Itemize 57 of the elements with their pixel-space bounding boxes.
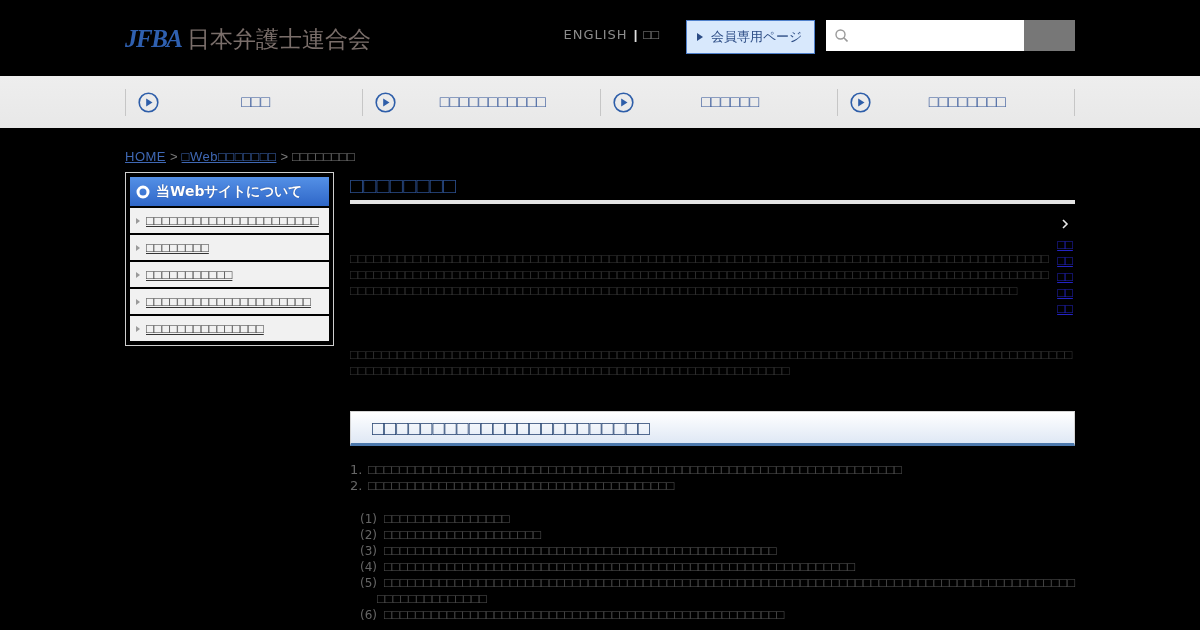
search-icon [835, 29, 848, 42]
list-item-text: □□□□□□□□□□□□□□□□□□□□□□□□□□□□□□□□□□□□□□□□□□□□□□□□□□ [384, 543, 777, 558]
sidebar-header[interactable]: 当Webサイトについて [130, 177, 329, 206]
triangle-icon [697, 33, 703, 41]
list-item-text: □□□□□□□□□□□□□□□□□□□□ [384, 527, 542, 542]
breadcrumb-separator: > [170, 149, 178, 164]
nav-item[interactable]: □□□□□□□□□□□ [362, 88, 600, 116]
list-item-text: □□□□□□□□□□□□□□□□□□□□□□□□□□□□□□□□□□□□□□□□□□□□□□□□□□□□□□□□□□□□□□□□□□□□ [368, 462, 903, 478]
list-item-text: □□□□□□□□□□□□□□□□□□□□□□□□□□□□□□□□□□□□□□□□□□□□□□□□□□□□□□□□□□□□ [384, 559, 856, 574]
triangle-bullet-icon [136, 217, 140, 224]
language-link[interactable]: □□ [643, 27, 659, 43]
separator: | [633, 27, 638, 43]
sidebar-link[interactable]: □□□□□□□□□□□□□□□ [130, 316, 329, 341]
member-button[interactable]: 会員専用ページ [686, 20, 815, 54]
page-title: □□□□□□□□ [350, 172, 1075, 204]
triangle-bullet-icon [136, 325, 140, 332]
list-marker: (1) [360, 511, 378, 527]
sidebar-link[interactable]: □□□□□□□□□□□ [130, 262, 329, 287]
list-number: 1. [350, 462, 364, 478]
breadcrumb-link[interactable]: HOME [125, 149, 166, 164]
play-circle-icon [612, 91, 634, 113]
chevron-icon [1061, 219, 1069, 229]
body-paragraph: □□□□□□□□□□□□□□□□□□□□□□□□□□□□□□□□□□□□□□□□□□□□□□□□□□□□□□□□□□□□□□□□□□□□□□□□□□□□□□□□□□□□□□□□□□□□□□□□□□□□□□□□□□□□□□□□□□□□□□□□□□□□□□□□□□□□□□□□□□□□□□□□□□□□□□□□□□□□□□□□□□□□□□□□□□□□□□□□□□□□□□□□□□□□□□□□□□□□□□□□□□□□□□□□□□□□□□□□□□□□□□□□□□□□□□□□□□□□□□□□□□□□□□□□□□□□□□□□□□□□□□□ [350, 251, 1050, 299]
search-button[interactable] [1024, 20, 1075, 51]
sidebar-title: 当Webサイトについて [156, 182, 303, 201]
breadcrumb-link[interactable]: □Web□□□□□□□ [181, 149, 277, 164]
list-marker: (5) [360, 575, 378, 591]
list-item-text: □□□□□□□□□□□□□□□□□□□□□□□□□□□□□□□□□□□□□□□ [368, 478, 676, 494]
list-item-text: □□□□□□□□□□□□□□□□ [384, 511, 510, 526]
list-marker: (2) [360, 527, 378, 543]
sidebar-link[interactable]: □□□□□□□□□□□□□□□□□□□□□ [130, 289, 329, 314]
list-number: 2. [350, 478, 364, 494]
nav-item[interactable]: □□□□□□□□ [836, 88, 1075, 116]
body-paragraph: □□□□□□□□□□□□□□□□□□□□□□□□□□□□□□□□□□□□□□□□□□□□□□□□□□□□□□□□□□□□□□□□□□□□□□□□□□□□□□□□□□□□□□□□□□□□□□□□□□□□□□□□□□□□□□□□□□□□□□□□□□□□□□□□□□□□□□□□□□□□□□□□□□□□ [350, 347, 1074, 379]
list-item-text: □□□□□□□□□□□□□□□□□□□□□□□□□□□□□□□□□□□□□□□□□□□□□□□□□□□□□□□□□□□□□□□□□□□□□□□□□□□□□□□□□□□□□□□□□□□□□□□□□□□□□□ [377, 575, 1075, 606]
list-marker: (3) [360, 543, 378, 559]
nav-item[interactable]: □□□□□□ [599, 88, 837, 116]
language-link[interactable]: ENGLISH [563, 27, 628, 43]
list-marker: (6) [360, 607, 378, 623]
triangle-bullet-icon [136, 298, 140, 305]
triangle-bullet-icon [136, 271, 140, 278]
ring-icon [136, 184, 150, 199]
play-circle-icon [375, 91, 397, 113]
logo-mark: JFBA [125, 24, 182, 54]
nav-item[interactable]: □□□ [125, 88, 363, 116]
play-circle-icon [849, 91, 871, 113]
play-circle-icon [138, 91, 159, 113]
triangle-bullet-icon [136, 244, 140, 251]
breadcrumb-current: □□□□□□□□ [292, 149, 355, 164]
breadcrumb-separator: > [280, 149, 288, 164]
section-title: □□□□□□□□□□□□□□□□□□□□□□□ [372, 419, 650, 436]
list-item-text: □□□□□□□□□□□□□□□□□□□□□□□□□□□□□□□□□□□□□□□□□□□□□□□□□□□ [384, 607, 785, 622]
search-field[interactable] [826, 20, 1024, 51]
logo-text: 日本弁護士連合会 [186, 25, 371, 54]
sidebar-link[interactable]: □□□□□□□□ [130, 235, 329, 260]
sidebar-link[interactable]: □□□□□□□□□□□□□□□□□□□□□□ [130, 208, 329, 233]
list-marker: (4) [360, 559, 378, 575]
